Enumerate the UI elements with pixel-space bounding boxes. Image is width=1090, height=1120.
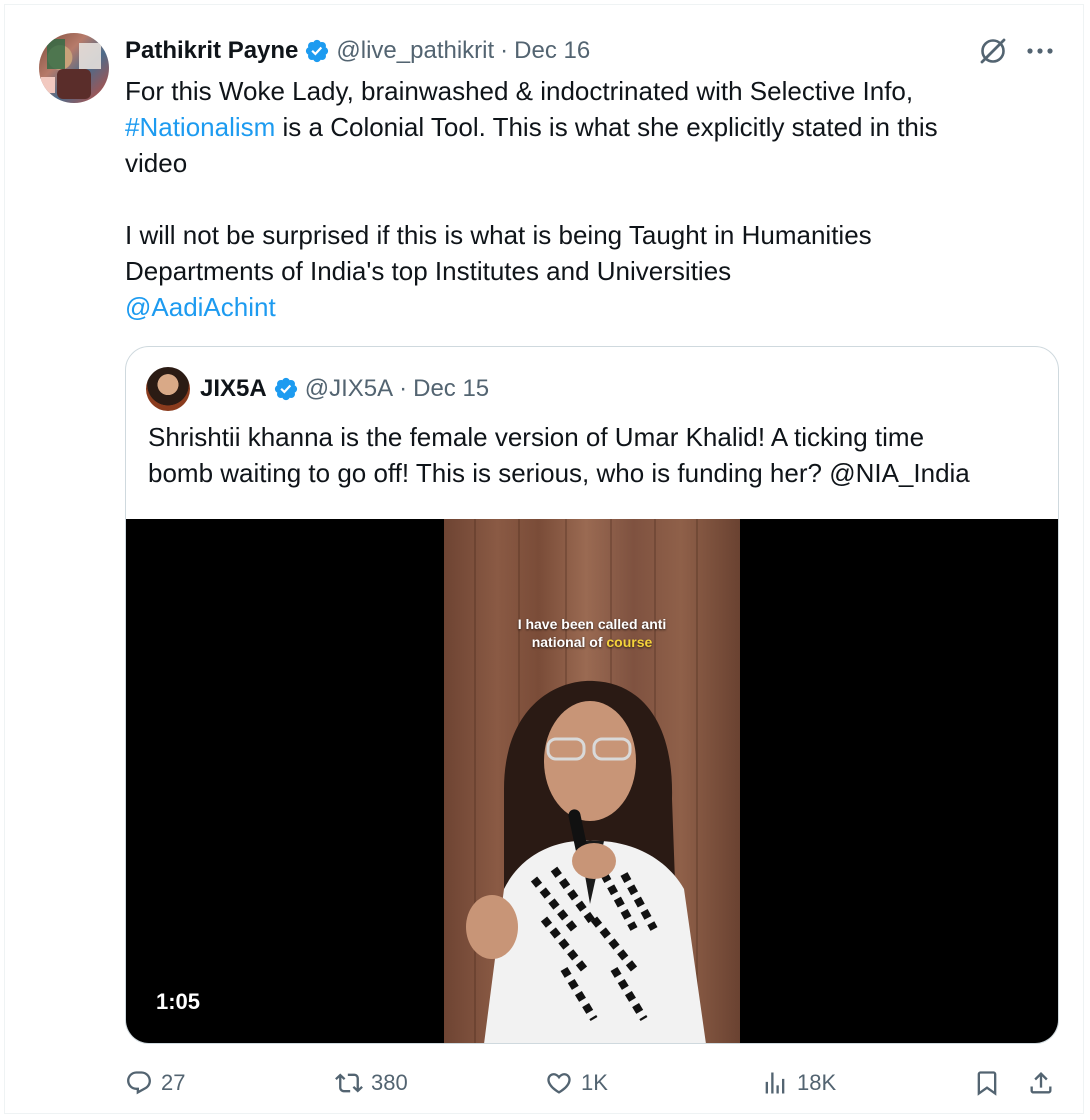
reply-icon <box>127 1071 151 1095</box>
tweet-text-line: I will not be surprised if this is what … <box>125 220 872 250</box>
mention-link[interactable]: @AadiAchint <box>125 292 276 322</box>
tweet-text-line: For this Woke Lady, brainwashed & indoct… <box>125 76 914 106</box>
quoted-author-avatar[interactable] <box>146 367 190 411</box>
video-person-figure <box>466 680 706 1043</box>
like-count: 1K <box>581 1070 608 1095</box>
action-bar: 27 380 1K 18K <box>125 1063 1065 1103</box>
author-name[interactable]: Pathikrit Payne <box>125 37 298 65</box>
header-separator: · <box>399 375 408 402</box>
author-handle[interactable]: @live_pathikrit <box>336 37 494 65</box>
quoted-text-line: bomb waiting to go off! This is serious,… <box>148 458 970 488</box>
repost-button[interactable]: 380 <box>335 1063 408 1103</box>
tweet-text-line: video <box>125 148 188 178</box>
video-player[interactable]: I have been called anti national of cour… <box>126 519 1058 1043</box>
tweet-date[interactable]: Dec 16 <box>514 37 590 65</box>
reply-button[interactable]: 27 <box>125 1063 185 1103</box>
share-icon <box>1030 1072 1052 1094</box>
grok-icon[interactable] <box>977 35 1009 67</box>
hashtag-link[interactable]: #Nationalism <box>125 112 275 142</box>
video-caption-fragment: national of <box>531 634 607 650</box>
quoted-text-line: Shrishtii khanna is the female version o… <box>148 422 925 452</box>
tweet-text-line: #Nationalism is a Colonial Tool. This is… <box>125 109 1025 145</box>
like-button[interactable]: 1K <box>545 1063 608 1103</box>
quoted-tweet-header: JIX5A @JIX5A · Dec 15 <box>200 371 489 407</box>
video-duration: 1:05 <box>156 989 201 1014</box>
video-caption-line: I have been called anti <box>517 616 667 632</box>
video-caption-highlight: course <box>606 634 653 650</box>
reply-count: 27 <box>161 1070 186 1095</box>
quoted-author-handle[interactable]: @JIX5A <box>305 375 393 403</box>
views-count: 18K <box>797 1070 837 1095</box>
tweet-card[interactable]: Pathikrit Payne @live_pathikrit · Dec 16… <box>4 4 1084 1114</box>
quoted-author-name[interactable]: JIX5A <box>200 375 267 403</box>
tweet-header: Pathikrit Payne @live_pathikrit · Dec 16 <box>125 33 590 69</box>
share-button[interactable] <box>1027 1063 1063 1103</box>
verified-badge-icon <box>306 39 329 63</box>
tweet-text-fragment: is a Colonial Tool. This is what she exp… <box>275 112 938 142</box>
video-frame: I have been called anti national of cour… <box>444 519 740 1043</box>
tweet-text-line: Departments of India's top Institutes an… <box>125 256 732 286</box>
tweet-text-line: @AadiAchint <box>125 289 1025 325</box>
header-separator: · <box>500 37 509 64</box>
quoted-tweet-date[interactable]: Dec 15 <box>413 375 489 403</box>
more-icon[interactable] <box>1025 43 1055 59</box>
quoted-tweet[interactable]: JIX5A @JIX5A · Dec 15 Shrishtii khanna i… <box>125 346 1059 1044</box>
bookmark-button[interactable] <box>973 1063 1009 1103</box>
repost-icon <box>335 1073 363 1093</box>
bookmark-icon <box>977 1071 997 1096</box>
repost-count: 380 <box>371 1070 408 1095</box>
like-icon <box>547 1073 571 1094</box>
video-caption: I have been called anti national of cour… <box>444 615 740 651</box>
views-icon <box>765 1072 785 1094</box>
author-avatar[interactable] <box>39 33 109 103</box>
quoted-tweet-text: Shrishtii khanna is the female version o… <box>148 419 1048 491</box>
verified-badge-icon <box>274 377 297 401</box>
video-caption-line: national of course <box>444 633 740 651</box>
views-button[interactable]: 18K <box>761 1063 836 1103</box>
tweet-text: For this Woke Lady, brainwashed & indoct… <box>125 73 1025 325</box>
